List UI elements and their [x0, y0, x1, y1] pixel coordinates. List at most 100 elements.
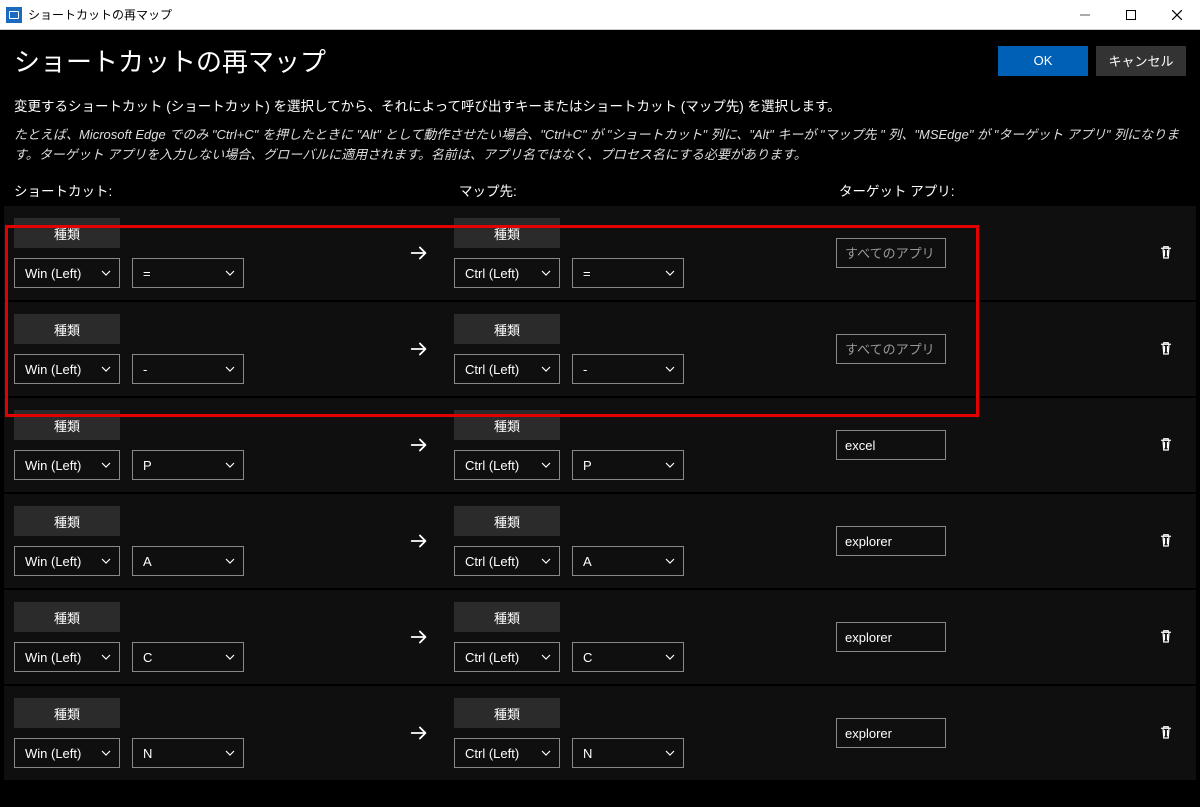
chevron-down-icon — [539, 458, 553, 472]
type-button-dst[interactable]: 種類 — [454, 602, 560, 632]
arrow-icon — [384, 626, 454, 648]
close-button[interactable] — [1154, 0, 1200, 30]
dst-modifier-dropdown[interactable]: Ctrl (Left) — [454, 354, 560, 384]
chevron-down-icon — [539, 650, 553, 664]
dst-key-value: A — [583, 554, 592, 569]
dst-key-dropdown[interactable]: A — [572, 546, 684, 576]
src-key-dropdown[interactable]: N — [132, 738, 244, 768]
dst-key-value: - — [583, 362, 587, 377]
dst-key-dropdown[interactable]: = — [572, 258, 684, 288]
remap-row: 種類 Win (Left) A 種類 Ctrl (Left) — [4, 494, 1196, 588]
chevron-down-icon — [223, 650, 237, 664]
src-key-dropdown[interactable]: P — [132, 450, 244, 480]
type-button-src[interactable]: 種類 — [14, 218, 120, 248]
type-button-src[interactable]: 種類 — [14, 602, 120, 632]
src-key-dropdown[interactable]: = — [132, 258, 244, 288]
arrow-icon — [384, 242, 454, 264]
arrow-icon — [384, 530, 454, 552]
delete-button[interactable] — [1157, 626, 1175, 649]
dst-key-value: P — [583, 458, 592, 473]
type-button-src[interactable]: 種類 — [14, 698, 120, 728]
dst-key-dropdown[interactable]: P — [572, 450, 684, 480]
target-app-input[interactable] — [836, 526, 946, 556]
dst-modifier-dropdown[interactable]: Ctrl (Left) — [454, 450, 560, 480]
dst-key-value: N — [583, 746, 592, 761]
dst-modifier-value: Ctrl (Left) — [465, 266, 519, 281]
dst-key-value: C — [583, 650, 592, 665]
type-button-dst[interactable]: 種類 — [454, 698, 560, 728]
cancel-button[interactable]: キャンセル — [1096, 46, 1186, 76]
src-modifier-value: Win (Left) — [25, 362, 81, 377]
chevron-down-icon — [663, 650, 677, 664]
minimize-button[interactable] — [1062, 0, 1108, 30]
dst-modifier-dropdown[interactable]: Ctrl (Left) — [454, 738, 560, 768]
type-button-dst[interactable]: 種類 — [454, 410, 560, 440]
src-modifier-dropdown[interactable]: Win (Left) — [14, 738, 120, 768]
arrow-icon — [384, 434, 454, 456]
dst-key-dropdown[interactable]: N — [572, 738, 684, 768]
remap-row: 種類 Win (Left) P 種類 Ctrl (Left) — [4, 398, 1196, 492]
dst-modifier-value: Ctrl (Left) — [465, 554, 519, 569]
target-app-input[interactable] — [836, 430, 946, 460]
dst-key-dropdown[interactable]: C — [572, 642, 684, 672]
remap-row: 種類 Win (Left) C 種類 Ctrl (Left) — [4, 590, 1196, 684]
src-modifier-dropdown[interactable]: Win (Left) — [14, 258, 120, 288]
type-button-dst[interactable]: 種類 — [454, 218, 560, 248]
ok-button[interactable]: OK — [998, 46, 1088, 76]
type-button-src[interactable]: 種類 — [14, 506, 120, 536]
delete-button[interactable] — [1157, 530, 1175, 553]
src-key-value: C — [143, 650, 152, 665]
src-modifier-value: Win (Left) — [25, 458, 81, 473]
chevron-down-icon — [663, 458, 677, 472]
chevron-down-icon — [539, 362, 553, 376]
chevron-down-icon — [99, 266, 113, 280]
header-target: ターゲット アプリ: — [839, 180, 1186, 200]
chevron-down-icon — [663, 746, 677, 760]
chevron-down-icon — [99, 458, 113, 472]
maximize-button[interactable] — [1108, 0, 1154, 30]
delete-button[interactable] — [1157, 722, 1175, 745]
src-modifier-dropdown[interactable]: Win (Left) — [14, 546, 120, 576]
target-app-input[interactable] — [836, 334, 946, 364]
dst-modifier-value: Ctrl (Left) — [465, 458, 519, 473]
chevron-down-icon — [663, 554, 677, 568]
dst-modifier-value: Ctrl (Left) — [465, 746, 519, 761]
dst-modifier-value: Ctrl (Left) — [465, 362, 519, 377]
dst-key-dropdown[interactable]: - — [572, 354, 684, 384]
chevron-down-icon — [539, 746, 553, 760]
remap-row: 種類 Win (Left) = 種類 Ctrl (Left) — [4, 206, 1196, 300]
src-modifier-dropdown[interactable]: Win (Left) — [14, 354, 120, 384]
dst-modifier-dropdown[interactable]: Ctrl (Left) — [454, 258, 560, 288]
src-modifier-value: Win (Left) — [25, 746, 81, 761]
window-title: ショートカットの再マップ — [28, 6, 172, 23]
column-headers: ショートカット: マップ先: ターゲット アプリ: — [0, 174, 1200, 206]
type-button-dst[interactable]: 種類 — [454, 314, 560, 344]
dst-modifier-dropdown[interactable]: Ctrl (Left) — [454, 642, 560, 672]
target-app-input[interactable] — [836, 238, 946, 268]
type-button-src[interactable]: 種類 — [14, 314, 120, 344]
target-app-input[interactable] — [836, 718, 946, 748]
target-app-input[interactable] — [836, 622, 946, 652]
src-modifier-value: Win (Left) — [25, 554, 81, 569]
titlebar: ショートカットの再マップ — [0, 0, 1200, 30]
src-key-dropdown[interactable]: C — [132, 642, 244, 672]
example-text: たとえば、Microsoft Edge でのみ "Ctrl+C" を押したときに… — [0, 121, 1200, 174]
type-button-src[interactable]: 種類 — [14, 410, 120, 440]
src-key-dropdown[interactable]: - — [132, 354, 244, 384]
chevron-down-icon — [99, 362, 113, 376]
src-key-dropdown[interactable]: A — [132, 546, 244, 576]
page-title: ショートカットの再マップ — [14, 42, 990, 79]
app-icon — [6, 7, 22, 23]
chevron-down-icon — [223, 458, 237, 472]
dst-modifier-dropdown[interactable]: Ctrl (Left) — [454, 546, 560, 576]
src-modifier-dropdown[interactable]: Win (Left) — [14, 642, 120, 672]
arrow-icon — [384, 722, 454, 744]
chevron-down-icon — [539, 266, 553, 280]
type-button-dst[interactable]: 種類 — [454, 506, 560, 536]
src-modifier-dropdown[interactable]: Win (Left) — [14, 450, 120, 480]
remap-row: 種類 Win (Left) - 種類 Ctrl (Left) — [4, 302, 1196, 396]
delete-button[interactable] — [1157, 434, 1175, 457]
delete-button[interactable] — [1157, 338, 1175, 361]
delete-button[interactable] — [1157, 242, 1175, 265]
src-key-value: = — [143, 266, 151, 281]
